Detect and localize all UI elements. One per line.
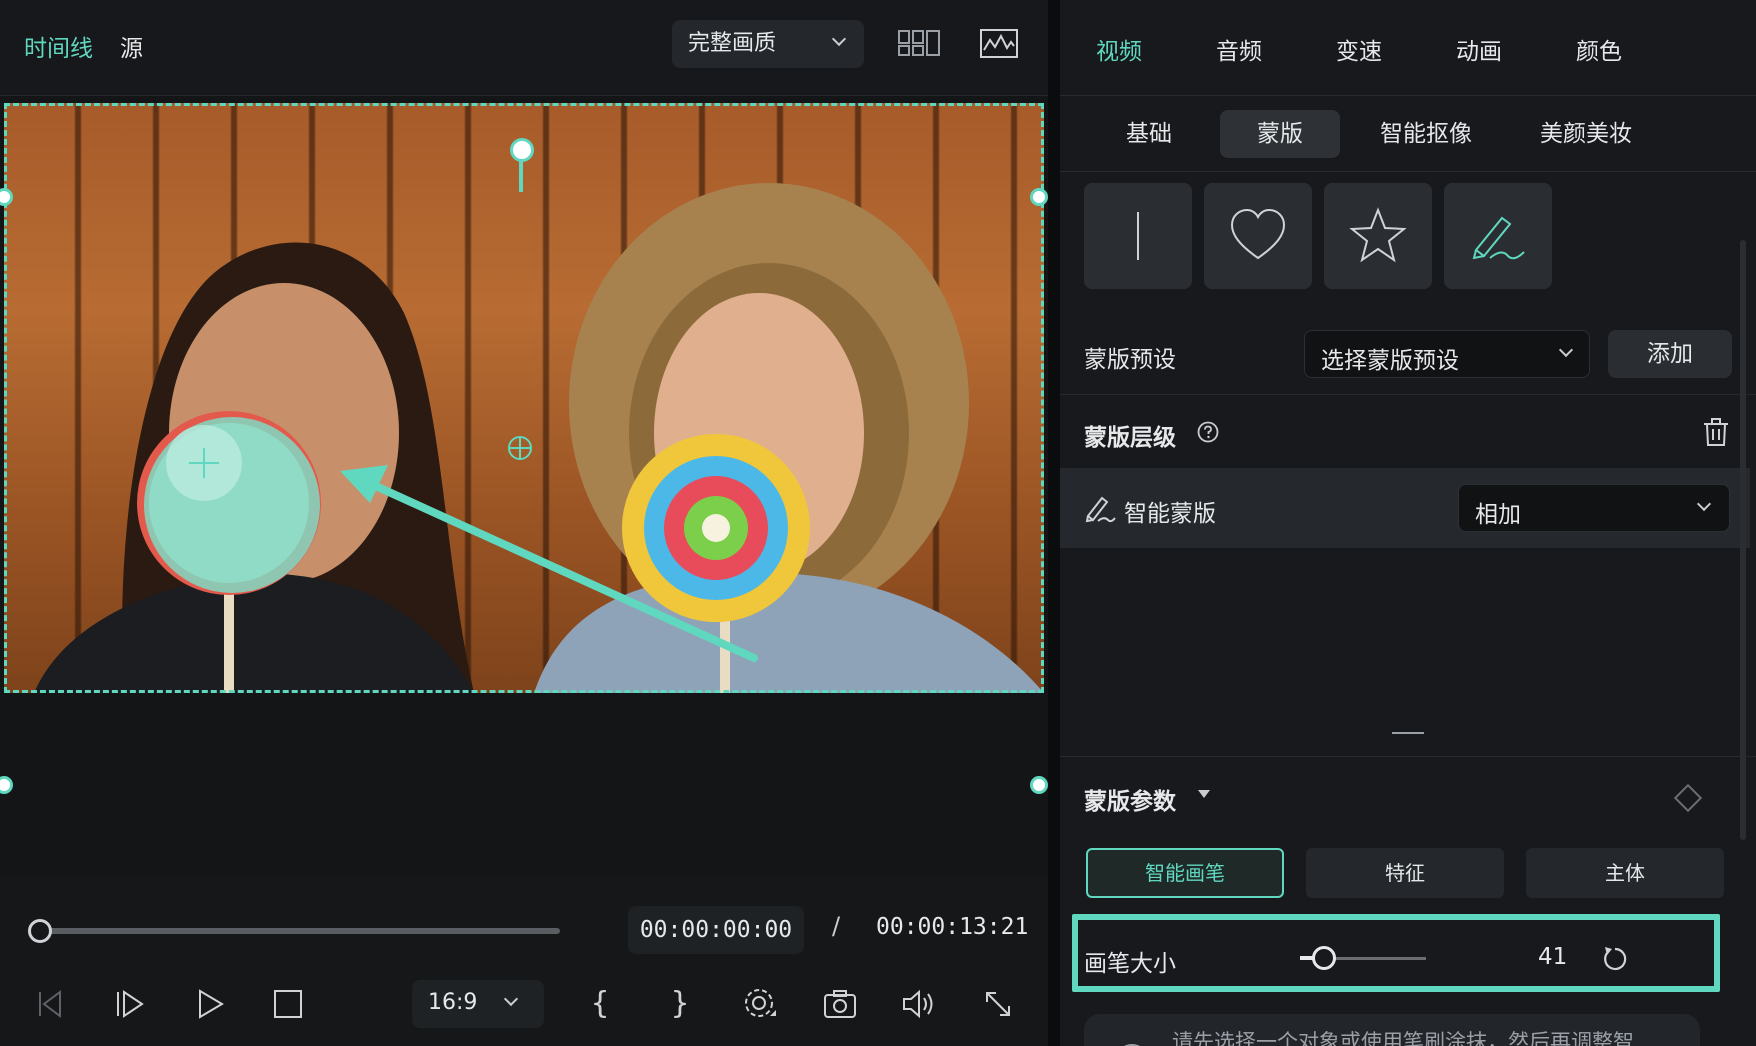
tab-audio[interactable]: 音频 (1216, 32, 1262, 66)
reset-icon[interactable] (1600, 944, 1630, 978)
brush-size-value[interactable]: 41 (1538, 944, 1567, 970)
settings-icon[interactable] (740, 984, 780, 1024)
heart-mask-icon (1230, 208, 1286, 260)
add-preset-button[interactable]: 添加 (1608, 330, 1732, 378)
subtab-mask[interactable]: 蒙版 (1220, 110, 1340, 158)
tab-source[interactable]: 源 (120, 34, 143, 64)
chevron-down-icon (1696, 496, 1712, 512)
tab-video[interactable]: 视频 (1096, 32, 1142, 66)
tab-timeline[interactable]: 时间线 (24, 34, 93, 64)
subtab-beauty[interactable]: 美颜美妆 (1524, 110, 1648, 158)
aspect-ratio-value: 16:9 (428, 990, 478, 1015)
grid-view-icon[interactable] (898, 28, 940, 64)
smart-mask-brush-icon (1084, 492, 1116, 528)
resize-handle-top-right[interactable] (1030, 188, 1048, 206)
waveform-monitor-icon[interactable] (980, 28, 1018, 64)
mask-shape-line[interactable] (1084, 183, 1192, 289)
hint-banner: 请先选择一个对象或使用笔刷涂抹，然后再调整智 (1084, 1014, 1700, 1046)
chevron-down-icon (1558, 342, 1574, 358)
resize-grip[interactable] (1392, 732, 1424, 734)
tab-speed[interactable]: 变速 (1336, 32, 1382, 66)
mask-preset-label: 蒙版预设 (1084, 347, 1176, 373)
mark-in-icon[interactable]: { (580, 984, 620, 1024)
quality-value: 完整画质 (688, 31, 777, 56)
resize-handle-bottom-right[interactable] (1030, 776, 1048, 794)
time-separator: / (832, 912, 841, 940)
rotate-handle[interactable] (510, 138, 534, 162)
play-icon[interactable] (190, 984, 230, 1024)
mask-shape-brush[interactable] (1444, 183, 1552, 289)
caret-down-icon[interactable] (1198, 790, 1210, 798)
mode-smart-brush[interactable]: 智能画笔 (1086, 848, 1284, 898)
prev-frame-icon[interactable] (30, 984, 70, 1024)
tab-color[interactable]: 颜色 (1576, 32, 1622, 66)
mode-subject[interactable]: 主体 (1526, 848, 1724, 898)
mask-params-label: 蒙版参数 (1084, 789, 1176, 815)
section-divider (1060, 394, 1756, 395)
stop-icon[interactable] (268, 984, 308, 1024)
chevron-down-icon (831, 31, 847, 47)
mark-out-icon[interactable]: } (660, 984, 700, 1024)
brush-size-label: 画笔大小 (1084, 951, 1176, 977)
section-divider (1060, 756, 1756, 757)
video-frame[interactable] (4, 103, 1044, 693)
playhead-knob[interactable] (28, 919, 52, 943)
hint-text: 请先选择一个对象或使用笔刷涂抹，然后再调整智 (1172, 1030, 1634, 1046)
next-frame-icon[interactable] (110, 984, 150, 1024)
subtab-smart-cutout[interactable]: 智能抠像 (1364, 110, 1488, 158)
help-icon[interactable] (1196, 420, 1220, 448)
subtab-basic[interactable]: 基础 (1110, 110, 1188, 158)
player-header: 时间线 源 完整画质 (0, 0, 1048, 96)
chevron-down-icon (503, 991, 519, 1007)
mask-layer-label: 蒙版层级 (1084, 425, 1176, 451)
snapshot-icon[interactable] (820, 984, 860, 1024)
preview-player: 时间线 源 完整画质 00:00:00:00 / 00:00:13:21 16:… (0, 0, 1048, 1046)
mask-shape-heart[interactable] (1204, 183, 1312, 289)
trash-icon[interactable] (1700, 416, 1732, 452)
mask-shape-star[interactable] (1324, 183, 1432, 289)
property-tabs: 视频 音频 变速 动画 颜色 (1060, 0, 1756, 96)
quality-dropdown[interactable]: 完整画质 (672, 20, 864, 68)
line-mask-icon (1137, 212, 1139, 260)
playback-scrubber[interactable] (40, 928, 560, 934)
smart-mask-label: 智能蒙版 (1124, 501, 1216, 527)
fullscreen-icon[interactable] (978, 984, 1018, 1024)
tab-animation[interactable]: 动画 (1456, 32, 1502, 66)
blend-mode-value: 相加 (1475, 502, 1521, 528)
blend-mode-dropdown[interactable]: 相加 (1458, 484, 1730, 532)
current-time[interactable]: 00:00:00:00 (628, 906, 804, 954)
brush-mask-icon (1472, 216, 1525, 260)
total-duration: 00:00:13:21 (876, 914, 1029, 940)
mask-preset-dropdown[interactable]: 选择蒙版预设 (1304, 330, 1590, 378)
brush-size-slider-knob[interactable] (1312, 946, 1336, 970)
mode-feature[interactable]: 特征 (1306, 848, 1504, 898)
star-mask-icon (1349, 207, 1407, 263)
volume-icon[interactable] (898, 984, 938, 1024)
video-sub-tabs: 基础 蒙版 智能抠像 美颜美妆 (1060, 96, 1756, 172)
aspect-ratio-dropdown[interactable]: 16:9 (412, 980, 544, 1028)
mask-preset-value: 选择蒙版预设 (1321, 348, 1459, 374)
panel-divider[interactable] (1048, 0, 1060, 1046)
panel-scrollbar[interactable] (1740, 240, 1746, 840)
